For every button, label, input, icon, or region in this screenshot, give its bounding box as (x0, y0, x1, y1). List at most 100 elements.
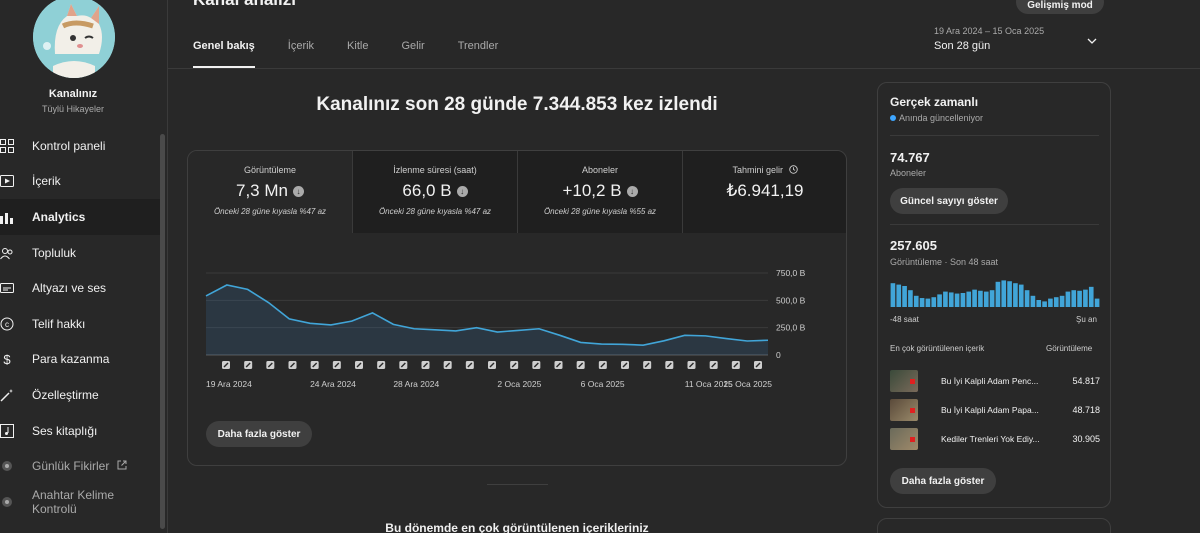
upload-marker-icon (731, 361, 740, 369)
sidebar-item-label: Kontrol paneli (32, 138, 106, 153)
show-current-count-button[interactable]: Güncel sayıyı göster (890, 188, 1008, 214)
sidebar-item-analytics[interactable]: Analytics (0, 199, 160, 235)
live-dot-icon (890, 115, 896, 121)
sidebar-item-keyword-check[interactable]: Anahtar Kelime Kontrolü (0, 484, 160, 520)
music-library-icon (0, 423, 14, 438)
upload-marker-icon (709, 361, 718, 369)
sidebar-item-daily-ideas[interactable]: Günlük Fikirler (0, 448, 160, 484)
x-tick-label: 28 Ara 2024 (393, 379, 439, 389)
dollar-icon: $ (0, 352, 14, 366)
sidebar-item-label: İçerik (32, 174, 61, 189)
video-views: 48.718 (1072, 405, 1100, 415)
video-thumbnail (890, 399, 918, 421)
sidebar-item-label: Telif hakkı (32, 316, 86, 331)
realtime-bar (978, 290, 983, 307)
sidebar: Kanalınız Tüylü Hikayeler Kontrol paneli… (0, 0, 168, 533)
sidebar-item-subtitles[interactable]: Altyazı ve ses (0, 270, 160, 306)
upload-marker-icon (576, 361, 585, 369)
sidebar-nav: Kontrol paneli İçerik Analytics Topluluk… (0, 128, 160, 520)
realtime-bar (919, 298, 925, 307)
list-item[interactable]: Bu İyi Kalpli Adam Papa... 48.718 (890, 398, 1100, 422)
metric-watch-time[interactable]: İzlenme süresi (saat) 66,0 B ↓ Önceki 28 … (353, 151, 518, 233)
tab-content[interactable]: İçerik (288, 40, 314, 68)
tab-revenue[interactable]: Gelir (401, 40, 424, 68)
arrow-down-icon: ↓ (456, 185, 468, 197)
realtime-subscribers-label: Aboneler (890, 168, 927, 178)
upload-marker-icon (288, 361, 297, 369)
channel-avatar[interactable] (33, 0, 115, 78)
advanced-mode-button[interactable]: Gelişmiş mod (1016, 0, 1104, 14)
upload-marker-icon (310, 361, 319, 369)
upload-marker-icon (621, 361, 629, 369)
list-item[interactable]: Kediler Trenleri Yok Ediy... 30.905 (890, 427, 1100, 451)
realtime-bar (983, 291, 989, 307)
realtime-bar (1001, 280, 1007, 307)
realtime-title: Gerçek zamanlı (890, 95, 979, 109)
sidebar-item-monetization[interactable]: $ Para kazanma (0, 342, 160, 378)
video-views: 54.817 (1072, 376, 1100, 386)
metric-value: 66,0 B ↓ (353, 181, 517, 201)
metric-views[interactable]: Görüntüleme 7,3 Mn ↓ Önceki 28 güne kıyas… (188, 151, 353, 233)
tab-bar: Genel bakış İçerik Kitle Gelir Trendler (193, 40, 531, 68)
chart-more-button[interactable]: Daha fazla göster (206, 421, 312, 447)
upload-marker-icon (554, 361, 563, 369)
clock-icon (788, 165, 798, 174)
sidebar-item-customization[interactable]: Özelleştirme (0, 377, 160, 413)
bars-right-label: Şu an (1076, 315, 1097, 324)
copyright-icon: c (0, 317, 14, 331)
realtime-more-button[interactable]: Daha fazla göster (890, 468, 996, 494)
upload-marker-icon (665, 361, 674, 369)
realtime-bar (1024, 290, 1030, 307)
sidebar-item-label: Anahtar Kelime Kontrolü (32, 487, 115, 516)
bars-left-label: -48 saat (890, 315, 919, 324)
realtime-subscribers: 74.767 (890, 150, 930, 165)
sidebar-item-label: Altyazı ve ses (32, 281, 107, 296)
tab-overview[interactable]: Genel bakış (193, 40, 255, 68)
tab-trends[interactable]: Trendler (458, 40, 499, 68)
analytics-icon (0, 210, 14, 224)
realtime-views-label: Görüntüleme · Son 48 saat (890, 257, 999, 267)
period-selector[interactable]: Son 28 gün (934, 40, 990, 52)
upload-marker-icon (643, 361, 652, 369)
realtime-live-indicator: Anında güncelleniyor (890, 113, 983, 123)
chevron-down-icon[interactable] (1086, 34, 1098, 52)
metric-subscribers[interactable]: Aboneler +10,2 B ↓ Önceki 28 güne kıyasla… (518, 151, 683, 233)
upload-marker-icon (443, 361, 452, 369)
subtitles-icon (0, 281, 14, 295)
upload-marker-icon (421, 361, 430, 369)
video-title: Bu İyi Kalpli Adam Papa... (941, 405, 1039, 415)
dashboard-icon (0, 138, 14, 153)
metric-comparison: Önceki 28 güne kıyasla %55 az (543, 207, 657, 216)
top-content-title: Bu dönemde en çok görüntülenen içerikler… (385, 521, 649, 533)
realtime-bar (989, 290, 995, 307)
realtime-bar (972, 289, 977, 307)
sidebar-scrollbar[interactable] (160, 134, 165, 529)
date-range[interactable]: 19 Ara 2024 – 15 Oca 2025 (934, 26, 1044, 36)
list-item[interactable]: Bu İyi Kalpli Adam Penc... 54.817 (890, 369, 1100, 393)
sidebar-item-community[interactable]: Topluluk (0, 235, 160, 271)
upload-marker-icon (222, 361, 230, 369)
realtime-bar (1013, 283, 1018, 307)
divider (890, 224, 1099, 225)
sidebar-item-content[interactable]: İçerik (0, 164, 160, 200)
metric-label: Görüntüleme (243, 165, 297, 175)
y-tick-label: 750,0 B (776, 268, 806, 278)
sidebar-item-dashboard[interactable]: Kontrol paneli (0, 128, 160, 164)
tab-audience[interactable]: Kitle (347, 40, 368, 68)
metric-value: ₺6.941,19 (726, 181, 804, 200)
metric-tabs: Görüntüleme 7,3 Mn ↓ Önceki 28 güne kıyas… (188, 151, 846, 233)
realtime-bar (948, 292, 954, 307)
upload-marker-icon (332, 361, 341, 369)
sidebar-item-label: Analytics (32, 209, 86, 224)
sidebar-item-label: Topluluk (32, 245, 77, 260)
x-tick-label: 2 Oca 2025 (497, 379, 541, 389)
upload-marker-icon (598, 361, 607, 369)
metric-revenue[interactable]: Tahmini gelir ₺6.941,19 (683, 151, 846, 233)
arrow-down-icon: ↓ (626, 185, 638, 197)
upload-marker-icon (488, 361, 496, 369)
realtime-bar (1036, 300, 1042, 307)
sidebar-item-audio-library[interactable]: Ses kitaplığı (0, 413, 160, 449)
sidebar-item-copyright[interactable]: c Telif hakkı (0, 306, 160, 342)
realtime-bar (931, 297, 937, 307)
metric-comparison: Önceki 28 güne kıyasla %47 az (378, 207, 492, 216)
